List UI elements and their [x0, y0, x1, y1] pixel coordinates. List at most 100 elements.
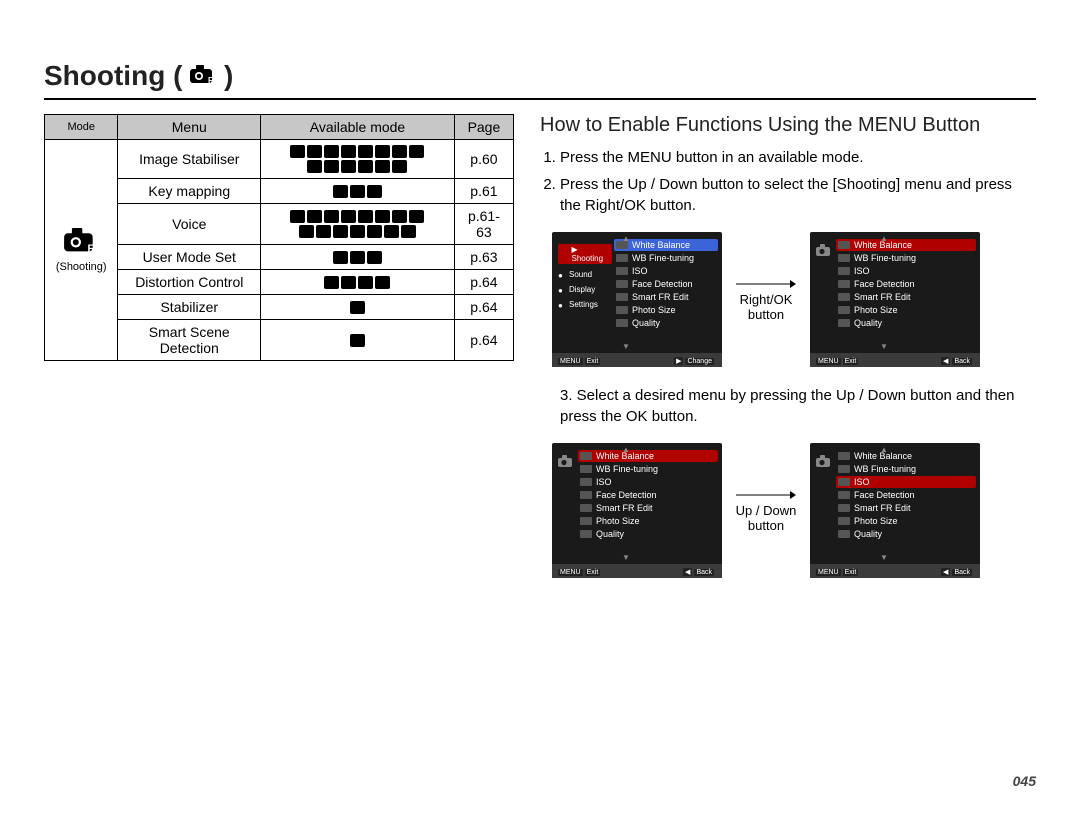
item-icon	[838, 267, 850, 275]
item-label: WB Fine-tuning	[596, 464, 658, 474]
screen-menu-item: Smart FR Edit	[580, 503, 716, 513]
item-label: Smart FR Edit	[854, 292, 911, 302]
mode-icon	[350, 301, 365, 314]
cell-available-mode	[261, 295, 455, 320]
svg-text:Fn: Fn	[88, 243, 99, 254]
item-label: ISO	[596, 477, 612, 487]
screen-menu-item: Smart FR Edit	[616, 292, 716, 302]
cell-available-mode	[261, 179, 455, 204]
screen-menu-item: Smart FR Edit	[838, 503, 974, 513]
screen-menu-item: Photo Size	[616, 305, 716, 315]
item-icon	[838, 478, 850, 486]
shooting-menu-table: Mode Menu Available mode Page Fn(Shootin…	[44, 114, 514, 361]
cell-available-mode	[261, 245, 455, 270]
tab-icon	[561, 250, 569, 258]
item-icon	[838, 306, 850, 314]
chevron-down-icon: ▼	[622, 553, 630, 562]
item-label: WB Fine-tuning	[854, 464, 916, 474]
mode-icon	[367, 185, 382, 198]
footer-back-label: Back	[694, 569, 714, 576]
item-label: ISO	[854, 266, 870, 276]
mode-icon	[350, 251, 365, 264]
item-icon	[838, 465, 850, 473]
lcd-screenshot-d: ▲ White BalanceWB Fine-tuningISOFace Det…	[810, 443, 980, 578]
item-label: ISO	[854, 477, 870, 487]
mode-icon	[333, 225, 348, 238]
mode-cell: Fn (Shooting)	[45, 140, 118, 361]
screen-menu-item: ISO	[836, 476, 976, 488]
steps-list: Press the MENU button in an available mo…	[560, 147, 1036, 216]
chevron-up-icon: ▲	[622, 234, 630, 243]
item-label: ISO	[632, 266, 648, 276]
item-icon	[580, 530, 592, 538]
mode-icon	[341, 276, 356, 289]
tab-icon: ●	[558, 301, 566, 309]
lcd-screenshot-c: ▲ White BalanceWB Fine-tuningISOFace Det…	[552, 443, 722, 578]
item-label: Photo Size	[596, 516, 640, 526]
cell-available-mode	[261, 140, 455, 179]
mode-label: (Shooting)	[51, 261, 111, 273]
chevron-up-icon: ▲	[880, 234, 888, 243]
item-icon	[838, 319, 850, 327]
mode-icon	[358, 276, 373, 289]
mode-icon	[341, 160, 356, 173]
screen-menu-item: Quality	[838, 318, 974, 328]
mode-icon	[324, 160, 339, 173]
tab-label: Display	[569, 285, 595, 294]
mode-icon	[324, 276, 339, 289]
cell-menu: Distortion Control	[118, 270, 261, 295]
cell-page: p.64	[454, 320, 513, 361]
footer-exit-label: Exit	[585, 569, 601, 576]
lcd-screenshot-b: ▲ White Balance WB Fine-tuning ISO Face Det…	[810, 232, 980, 367]
screen-menu-item: Photo Size	[580, 516, 716, 526]
chevron-down-icon: ▼	[880, 342, 888, 351]
table-row: Fn(Shooting)Image Stabiliserp.60	[45, 140, 514, 179]
cell-page: p.64	[454, 270, 513, 295]
mode-icon	[333, 185, 348, 198]
item-icon	[616, 293, 628, 301]
cell-menu: Image Stabiliser	[118, 140, 261, 179]
tab-icon: ●	[558, 271, 566, 279]
item-label: Face Detection	[632, 279, 693, 289]
item-label: Face Detection	[854, 490, 915, 500]
cell-menu: Voice	[118, 204, 261, 245]
mode-icon	[333, 251, 348, 264]
th-mode: Mode	[45, 115, 118, 140]
screen-menu-item: Face Detection	[838, 279, 974, 289]
mode-icon	[316, 225, 331, 238]
mode-icon	[358, 145, 373, 158]
lcd-screenshot-a: ▲ ▶ Shooting●Sound●Display●Settings Whit…	[552, 232, 722, 367]
item-icon	[580, 452, 592, 460]
screen-menu-item: Photo Size	[838, 305, 974, 315]
camera-fn-icon: Fn	[190, 65, 216, 85]
screen-menu-item: WB Fine-tuning	[616, 253, 716, 263]
item-icon	[580, 478, 592, 486]
mode-icon	[392, 160, 407, 173]
item-icon	[838, 241, 850, 249]
title-divider	[44, 98, 1036, 100]
item-icon	[838, 293, 850, 301]
footer-exit-label: Exit	[843, 569, 859, 576]
footer-menu-btn: MENU	[558, 569, 583, 576]
item-icon	[616, 306, 628, 314]
screen-menu-item: White Balance	[836, 239, 976, 251]
cell-page: p.60	[454, 140, 513, 179]
screen-side-tab: ▶ Shooting	[558, 244, 612, 264]
screen-menu-item: Face Detection	[838, 490, 974, 500]
title-text: Shooting	[44, 60, 165, 91]
mode-icon	[299, 225, 314, 238]
tab-label: ▶ Shooting	[572, 245, 610, 263]
item-icon	[838, 491, 850, 499]
chevron-up-icon: ▲	[880, 445, 888, 454]
mode-icon	[392, 145, 407, 158]
screen-menu-item: ISO	[580, 477, 716, 487]
cell-page: p.61	[454, 179, 513, 204]
item-label: Quality	[596, 529, 624, 539]
item-label: Smart FR Edit	[632, 292, 689, 302]
screen-menu-item: ISO	[838, 266, 974, 276]
chevron-down-icon: ▼	[622, 342, 630, 351]
mode-icon	[350, 185, 365, 198]
item-label: Face Detection	[596, 490, 657, 500]
item-label: WB Fine-tuning	[854, 253, 916, 263]
item-icon	[580, 504, 592, 512]
